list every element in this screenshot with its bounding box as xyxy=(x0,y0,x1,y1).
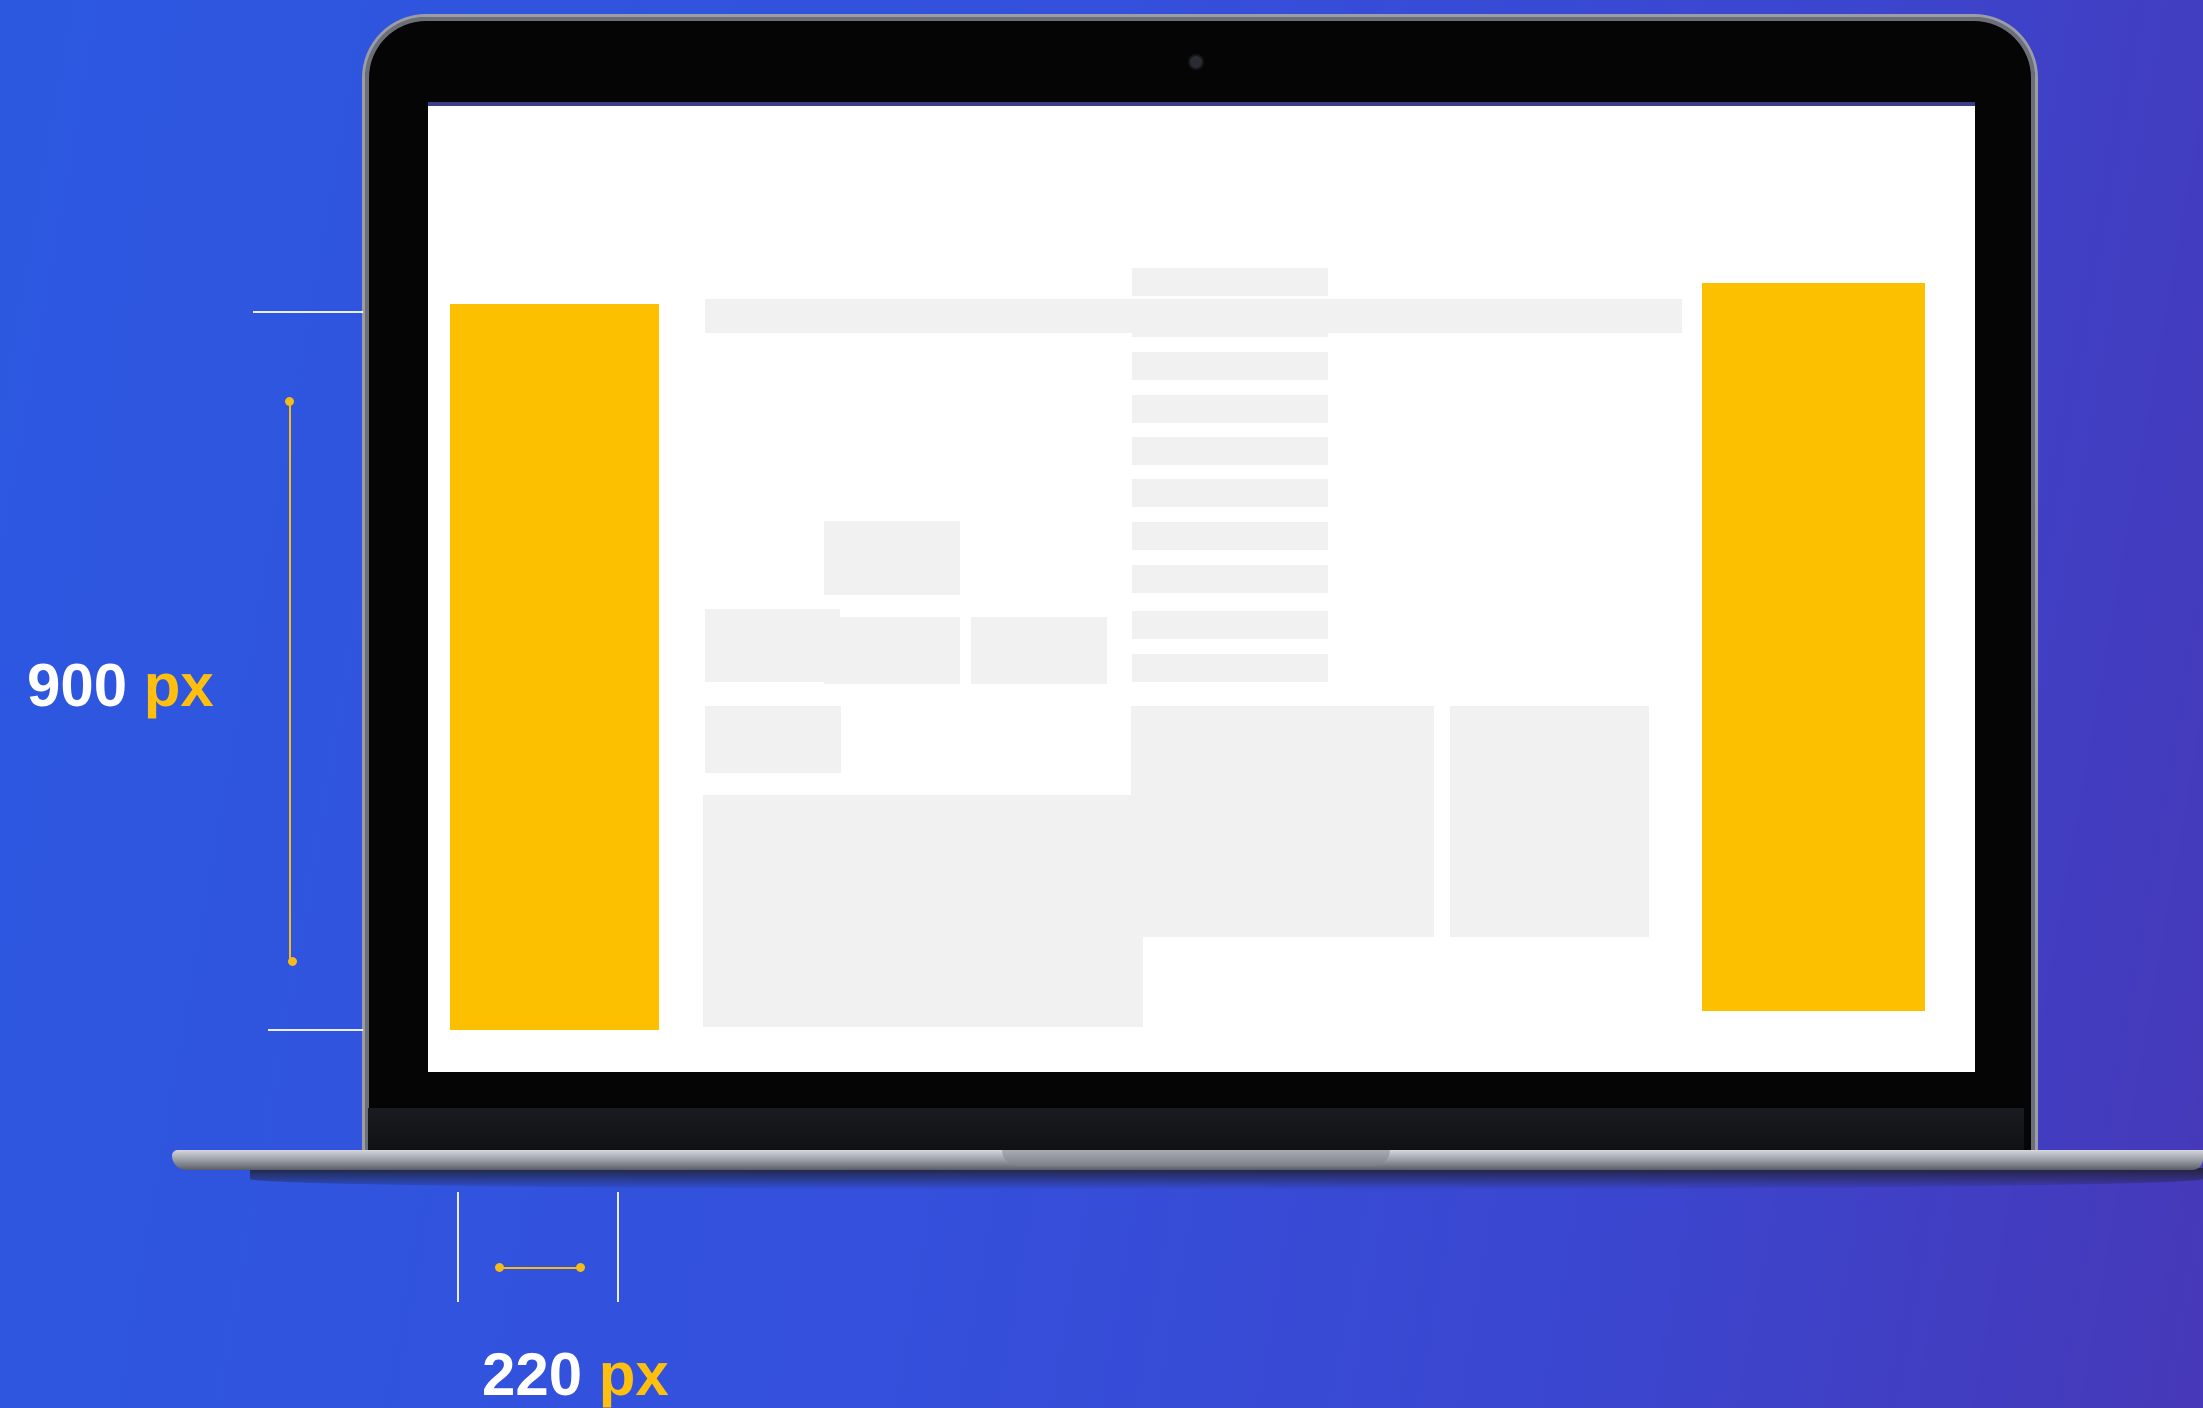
height-guide-bottom xyxy=(268,1029,363,1031)
width-label: 220 px xyxy=(482,1341,669,1408)
laptop-shadow xyxy=(250,1168,2203,1190)
list-item-placeholder xyxy=(1132,611,1328,639)
content-block-placeholder xyxy=(1131,706,1434,937)
list-item-placeholder xyxy=(1132,654,1328,682)
right-ad-slot xyxy=(1702,283,1925,1011)
width-measure-dot xyxy=(495,1263,504,1272)
list-item-placeholder xyxy=(1132,395,1328,423)
list-item-placeholder xyxy=(1132,522,1328,550)
thumbnail-placeholder xyxy=(705,609,840,682)
screen-top-edge xyxy=(428,102,1975,106)
list-item-placeholder xyxy=(1132,565,1328,593)
thumbnail-placeholder xyxy=(824,617,960,684)
laptop-screen-bezel-bottom xyxy=(368,1108,2024,1150)
content-block-placeholder xyxy=(703,795,1143,1027)
height-measure-line xyxy=(289,401,291,961)
width-measure-line xyxy=(500,1267,580,1269)
laptop-hinge-notch xyxy=(1002,1150,1390,1166)
header-bar-placeholder xyxy=(705,299,1682,333)
list-item-placeholder xyxy=(1132,333,1328,337)
left-ad-slot xyxy=(450,304,659,1030)
height-measure-dot xyxy=(285,397,294,406)
height-measure-dot xyxy=(288,957,297,966)
content-block-placeholder xyxy=(1450,706,1649,937)
laptop-screen xyxy=(428,102,1975,1072)
camera-icon xyxy=(1190,56,1202,68)
width-guide-right xyxy=(617,1192,619,1302)
width-guide-left xyxy=(457,1192,459,1302)
width-measure-dot xyxy=(576,1263,585,1272)
thumbnail-placeholder xyxy=(705,706,841,773)
list-item-placeholder xyxy=(1132,437,1328,465)
thumbnail-placeholder xyxy=(971,617,1107,684)
height-guide-top xyxy=(253,311,363,313)
list-item-placeholder xyxy=(1132,268,1328,296)
list-item-placeholder xyxy=(1132,479,1328,507)
list-item-placeholder xyxy=(1132,352,1328,380)
height-label: 900 px xyxy=(27,652,214,719)
thumbnail-placeholder xyxy=(824,521,960,595)
